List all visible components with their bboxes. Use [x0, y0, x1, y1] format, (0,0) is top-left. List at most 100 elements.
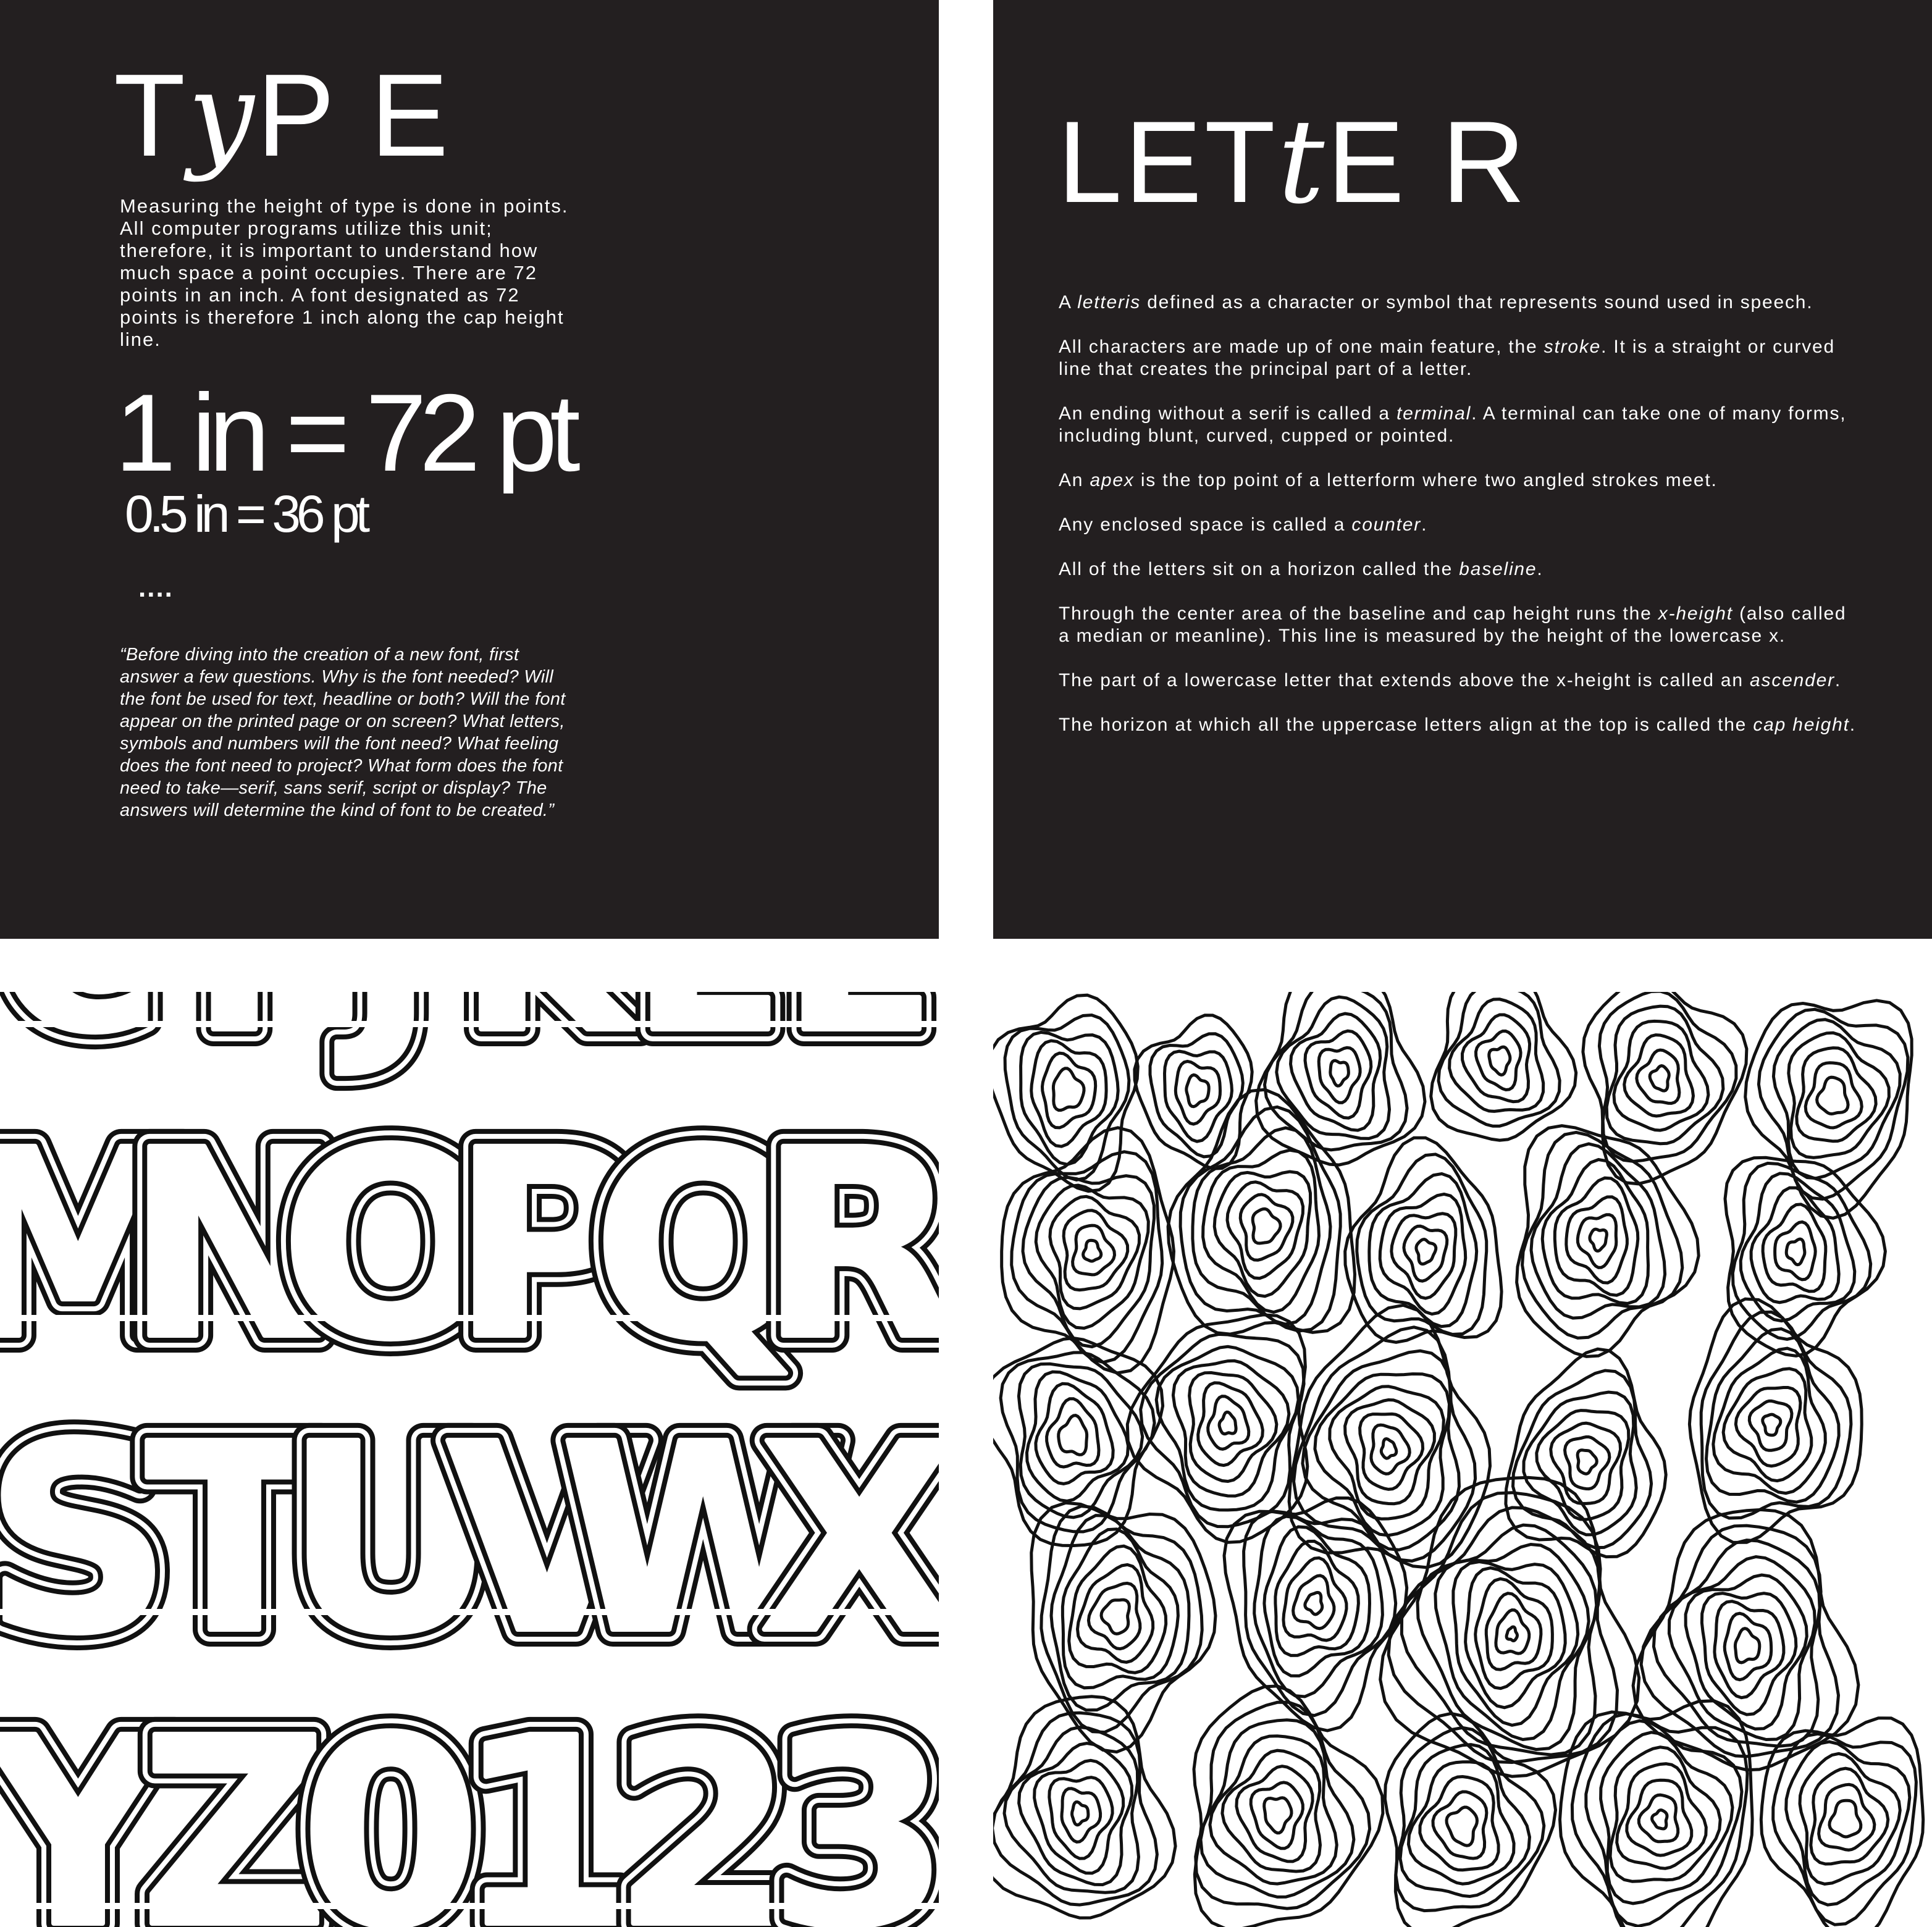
definition-text: All characters are made up of one main f…	[1059, 337, 1544, 357]
contour-line	[1057, 1414, 1089, 1456]
contour-line	[1487, 1045, 1512, 1077]
contour-line	[1062, 1209, 1130, 1292]
contour-line	[1576, 1213, 1618, 1269]
definition-term: counter	[1351, 514, 1422, 535]
glyph-stroke: 2	[613, 1683, 793, 1927]
type-page: TyP E Measuring the height of type is do…	[0, 0, 939, 939]
cut-off-glyph: LLLL	[615, 992, 791, 1099]
definition-item: An ending without a serif is called a te…	[1059, 403, 1862, 447]
contour-line	[1251, 1207, 1282, 1245]
contour-line	[1174, 1059, 1222, 1126]
contour-line	[1051, 1067, 1086, 1112]
glyph-stroke: L	[632, 992, 774, 1081]
definition-term: ascender	[1750, 670, 1835, 691]
contour-line	[1505, 1625, 1519, 1643]
contour-line	[1238, 1193, 1295, 1262]
glyph-stroke: J	[335, 992, 432, 1081]
contour-cluster	[993, 1336, 1165, 1548]
contour-cluster	[1000, 1126, 1176, 1375]
contour-line	[1784, 1237, 1807, 1267]
contour-line	[1071, 1224, 1117, 1277]
contour-line	[1637, 1793, 1680, 1844]
title-letters: LET	[1057, 97, 1278, 227]
contour-line	[1398, 1743, 1532, 1899]
definition-text: is the top point of a letterform where t…	[1134, 470, 1718, 490]
definition-text: A	[1059, 292, 1078, 313]
contour-line	[1358, 1412, 1425, 1491]
definition-text: defined as a character or symbol that re…	[1141, 292, 1813, 313]
definition-text: An ending without a serif is called a	[1059, 403, 1397, 424]
definition-list: A letteris defined as a character or sym…	[1059, 292, 1862, 758]
contour-cluster	[1515, 1124, 1700, 1358]
definition-item: All of the letters sit on a horizon call…	[1059, 558, 1862, 581]
cut-off-glyph: IIII	[176, 992, 293, 1099]
striped-glyph: 3333	[752, 1666, 939, 1927]
contour-line	[1817, 1782, 1876, 1852]
definition-term: baseline	[1459, 559, 1537, 579]
contour-line	[1484, 1592, 1543, 1671]
glyph-stroke: C	[0, 992, 160, 1081]
contour-cluster	[1581, 992, 1749, 1186]
contour-line	[1379, 1437, 1398, 1460]
glyph-stroke: 1	[456, 1683, 637, 1927]
title-letters: E R	[1327, 97, 1528, 227]
contour-line	[1623, 1033, 1695, 1118]
glyph-stroke: K	[461, 992, 642, 1081]
definition-item: The horizon at which all the uppercase l…	[1059, 714, 1862, 736]
definition-text: An	[1059, 470, 1090, 490]
definition-text: The horizon at which all the uppercase l…	[1059, 715, 1754, 735]
contour-line	[1588, 1227, 1608, 1253]
contour-line	[1217, 1410, 1238, 1436]
glyph-stroke: I	[193, 992, 276, 1081]
contour-line	[1650, 1808, 1669, 1831]
contour-line	[1040, 1051, 1098, 1130]
dots-ornament: ....	[138, 573, 174, 603]
contour-line	[1185, 1073, 1211, 1109]
definition-text: Through the center area of the baseline …	[1059, 603, 1658, 624]
contour-line	[1828, 1799, 1863, 1839]
striped-glyph: 1111	[439, 1666, 654, 1927]
contour-letters-artwork	[993, 992, 1925, 1927]
definition-item: A letteris defined as a character or sym…	[1059, 292, 1862, 314]
contour-line	[1761, 1413, 1783, 1437]
contour-line	[1494, 1608, 1531, 1655]
contour-line	[1540, 1157, 1650, 1306]
letter-title: LETtE R	[1057, 104, 1528, 220]
definition-item: Through the center area of the baseline …	[1059, 603, 1862, 647]
cut-off-glyph: KKKK	[443, 992, 659, 1099]
contour-line	[1048, 1776, 1114, 1860]
contour-line	[1648, 1064, 1671, 1093]
contour-line	[1564, 1195, 1629, 1285]
cut-off-glyph: EEEE	[766, 992, 939, 1099]
contour-line	[1060, 1787, 1102, 1844]
definition-item: All characters are made up of one main f…	[1059, 336, 1862, 380]
glyph-stroke: R	[760, 1095, 939, 1397]
striped-letters-artwork: CCCCIIIIJJJJKKKKLLLLEEEEMMMMNNNNOOOOPPPP…	[0, 992, 939, 1927]
contour-cluster	[1192, 1684, 1385, 1927]
title-letter: T	[114, 50, 188, 181]
contour-line	[1262, 1796, 1293, 1835]
type-description: Measuring the height of type is done in …	[120, 195, 569, 350]
contour-cluster	[993, 1695, 1177, 1920]
type-quote: “Before diving into the creation of a ne…	[120, 645, 566, 820]
striped-glyph: RRRR	[742, 1078, 939, 1414]
striped-glyph: XXXX	[742, 1372, 939, 1708]
contour-cluster	[1383, 1711, 1558, 1927]
contour-line	[993, 1336, 1165, 1548]
definition-item: An apex is the top point of a letterform…	[1059, 469, 1862, 492]
definition-text: All of the letters sit on a horizon call…	[1059, 559, 1460, 579]
contour-line	[1804, 1061, 1863, 1130]
title-letters: P E	[256, 50, 452, 181]
definition-item: Any enclosed space is called a counter.	[1059, 514, 1862, 536]
glyph-stroke: 0	[300, 1683, 481, 1927]
contour-line	[1033, 1758, 1125, 1875]
striped-glyph: 2222	[595, 1666, 810, 1927]
contour-line	[1605, 1004, 1725, 1146]
contour-line	[1747, 1399, 1794, 1452]
contour-line	[1733, 1627, 1762, 1665]
contour-line	[1474, 1029, 1522, 1092]
contour-line	[1317, 1046, 1362, 1104]
contour-cluster	[1343, 1136, 1503, 1344]
contour-line	[1369, 1423, 1411, 1476]
contour-line	[1099, 1598, 1131, 1635]
